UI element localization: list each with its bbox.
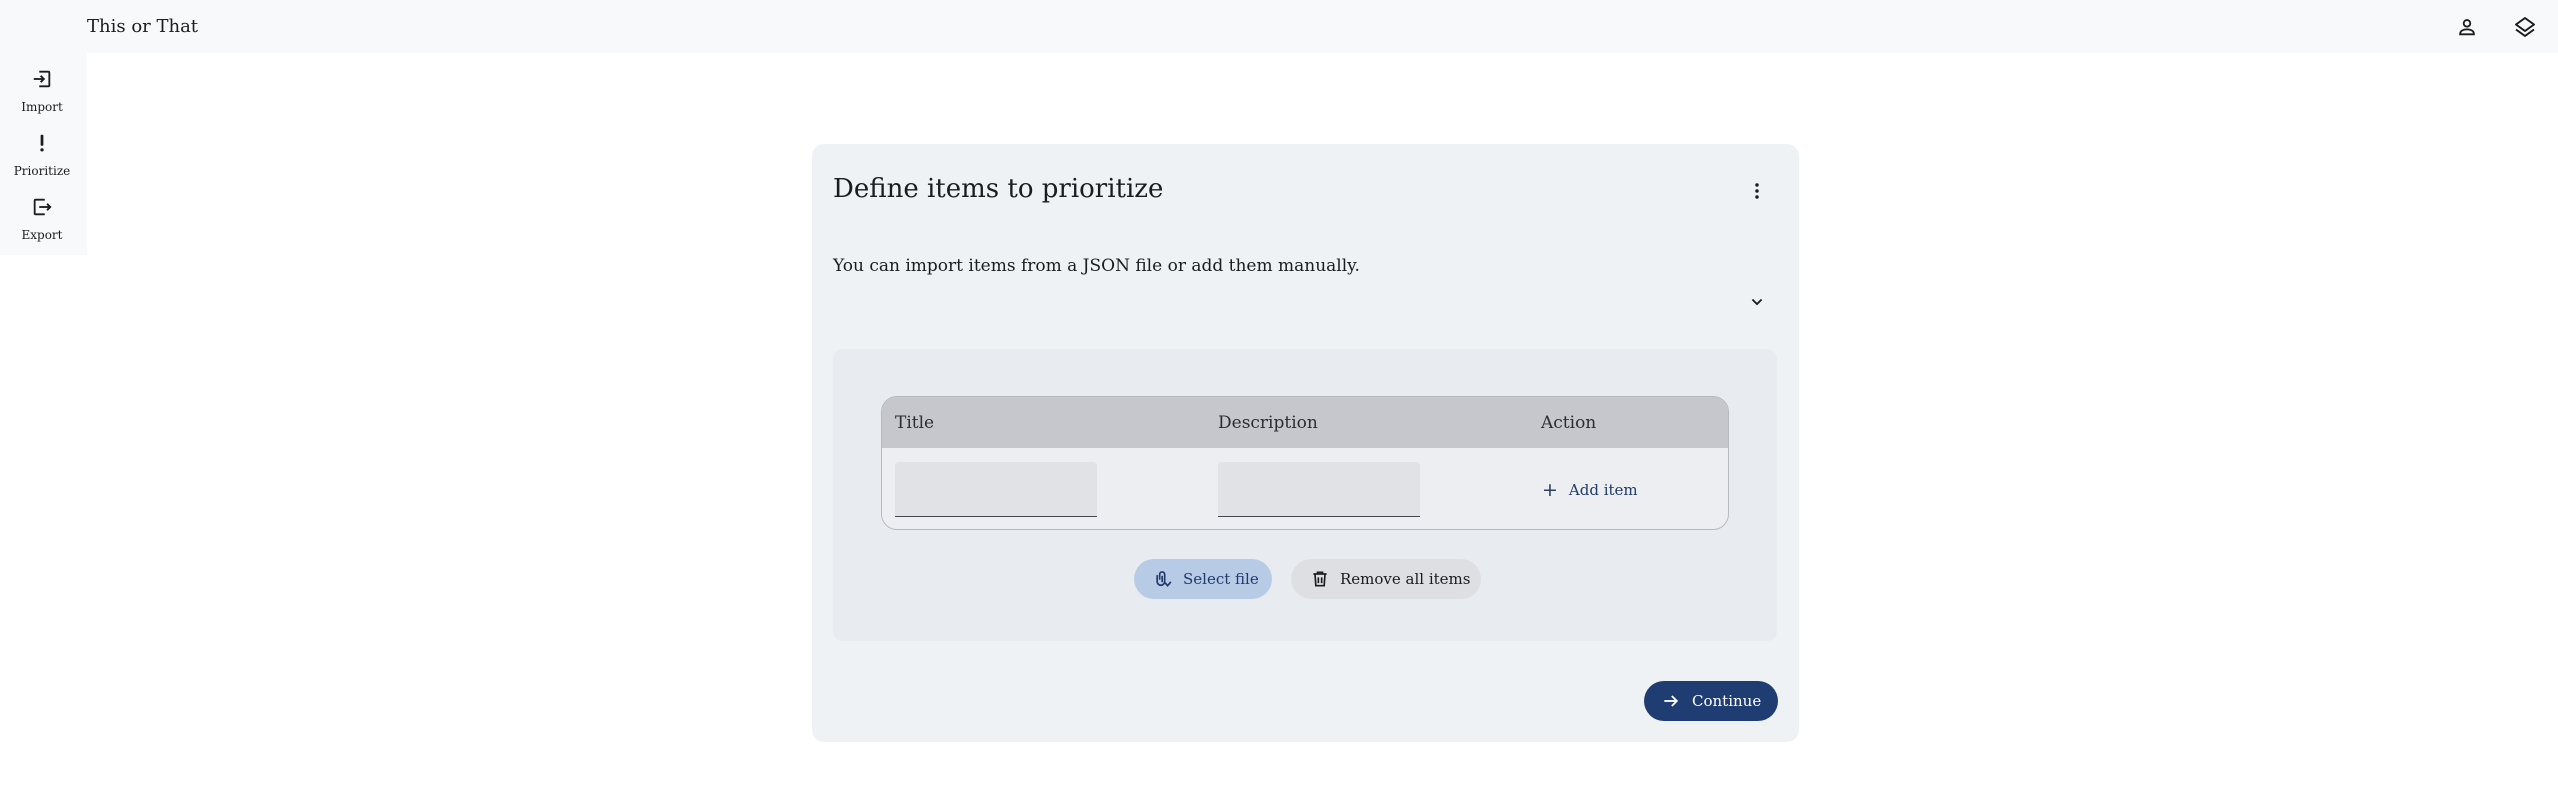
define-items-card: Define items to prioritize You can impor… [812, 144, 1799, 742]
add-item-button[interactable]: + Add item [1542, 477, 1638, 503]
arrow-forward-icon [1660, 690, 1682, 712]
title-input[interactable] [895, 462, 1097, 517]
delete-icon [1309, 568, 1331, 590]
column-header-action: Action [1541, 413, 1597, 433]
items-table: Title Description Action + Add item [881, 396, 1729, 530]
app-title: This or That [87, 16, 199, 37]
attach-file-icon [1152, 568, 1174, 590]
export-icon [29, 196, 55, 218]
column-header-description: Description [1218, 413, 1318, 433]
top-app-bar: This or That [0, 0, 2558, 53]
chevron-down-icon[interactable] [1742, 287, 1772, 317]
table-header: Title Description Action [882, 397, 1728, 448]
select-file-label: Select file [1183, 570, 1259, 588]
continue-label: Continue [1692, 692, 1762, 710]
items-panel: Title Description Action + Add item Sele… [833, 349, 1777, 641]
description-input[interactable] [1218, 462, 1420, 517]
nav-label-export: Export [21, 228, 63, 242]
remove-all-items-button[interactable]: Remove all items [1291, 559, 1481, 599]
import-icon [29, 68, 55, 90]
column-header-title: Title [895, 413, 935, 433]
more-vert-icon[interactable] [1742, 176, 1772, 206]
exclamation-icon [29, 132, 55, 154]
card-title: Define items to prioritize [833, 174, 1164, 204]
person-icon[interactable] [2454, 14, 2480, 40]
card-description: You can import items from a JSON file or… [833, 256, 1360, 276]
nav-label-prioritize: Prioritize [13, 164, 71, 178]
navigation-rail: Import Prioritize Export [0, 53, 87, 255]
plus-icon: + [1542, 479, 1558, 501]
nav-item-import[interactable]: Import [0, 53, 84, 114]
nav-item-export[interactable]: Export [0, 181, 84, 242]
select-file-button[interactable]: Select file [1134, 559, 1272, 599]
add-item-label: Add item [1568, 481, 1638, 499]
layers-icon[interactable] [2512, 14, 2538, 40]
nav-label-import: Import [21, 100, 63, 114]
nav-item-prioritize[interactable]: Prioritize [0, 117, 84, 178]
continue-button[interactable]: Continue [1644, 681, 1778, 721]
remove-all-items-label: Remove all items [1340, 570, 1471, 588]
